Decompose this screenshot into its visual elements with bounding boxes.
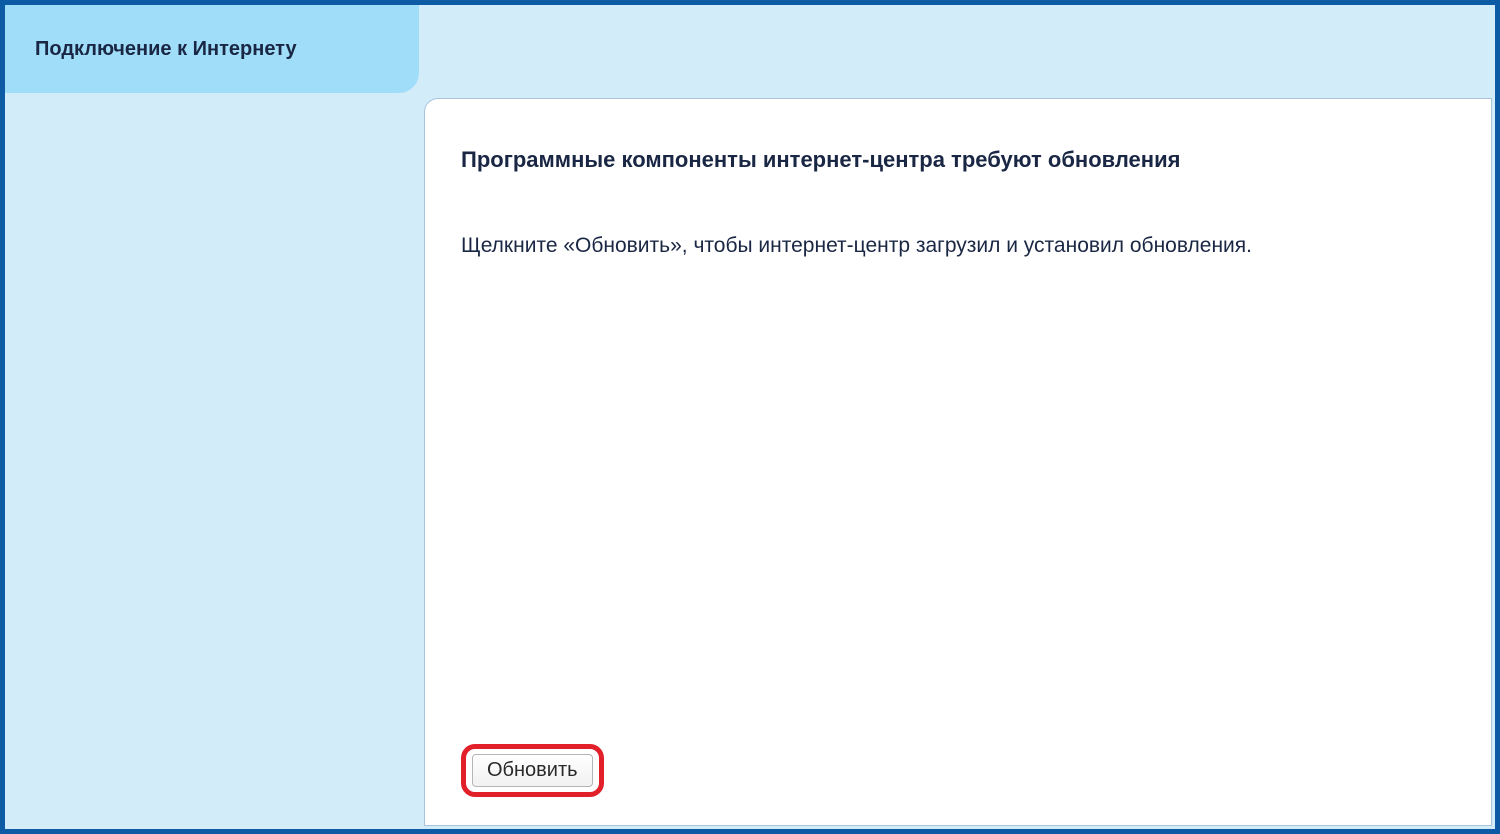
app-window: Подключение к Интернету Программные комп… [0, 0, 1500, 834]
content-heading: Программные компоненты интернет-центра т… [461, 147, 1455, 173]
update-button-highlight: Обновить [461, 744, 604, 797]
sidebar [5, 93, 419, 829]
active-tab[interactable]: Подключение к Интернету [5, 5, 419, 93]
tab-title: Подключение к Интернету [35, 38, 297, 61]
content-panel: Программные компоненты интернет-центра т… [424, 98, 1492, 826]
content-instruction: Щелкните «Обновить», чтобы интернет-цент… [461, 231, 1455, 260]
spacer [461, 260, 1455, 744]
update-button[interactable]: Обновить [472, 754, 593, 787]
header-strip [419, 5, 1495, 93]
